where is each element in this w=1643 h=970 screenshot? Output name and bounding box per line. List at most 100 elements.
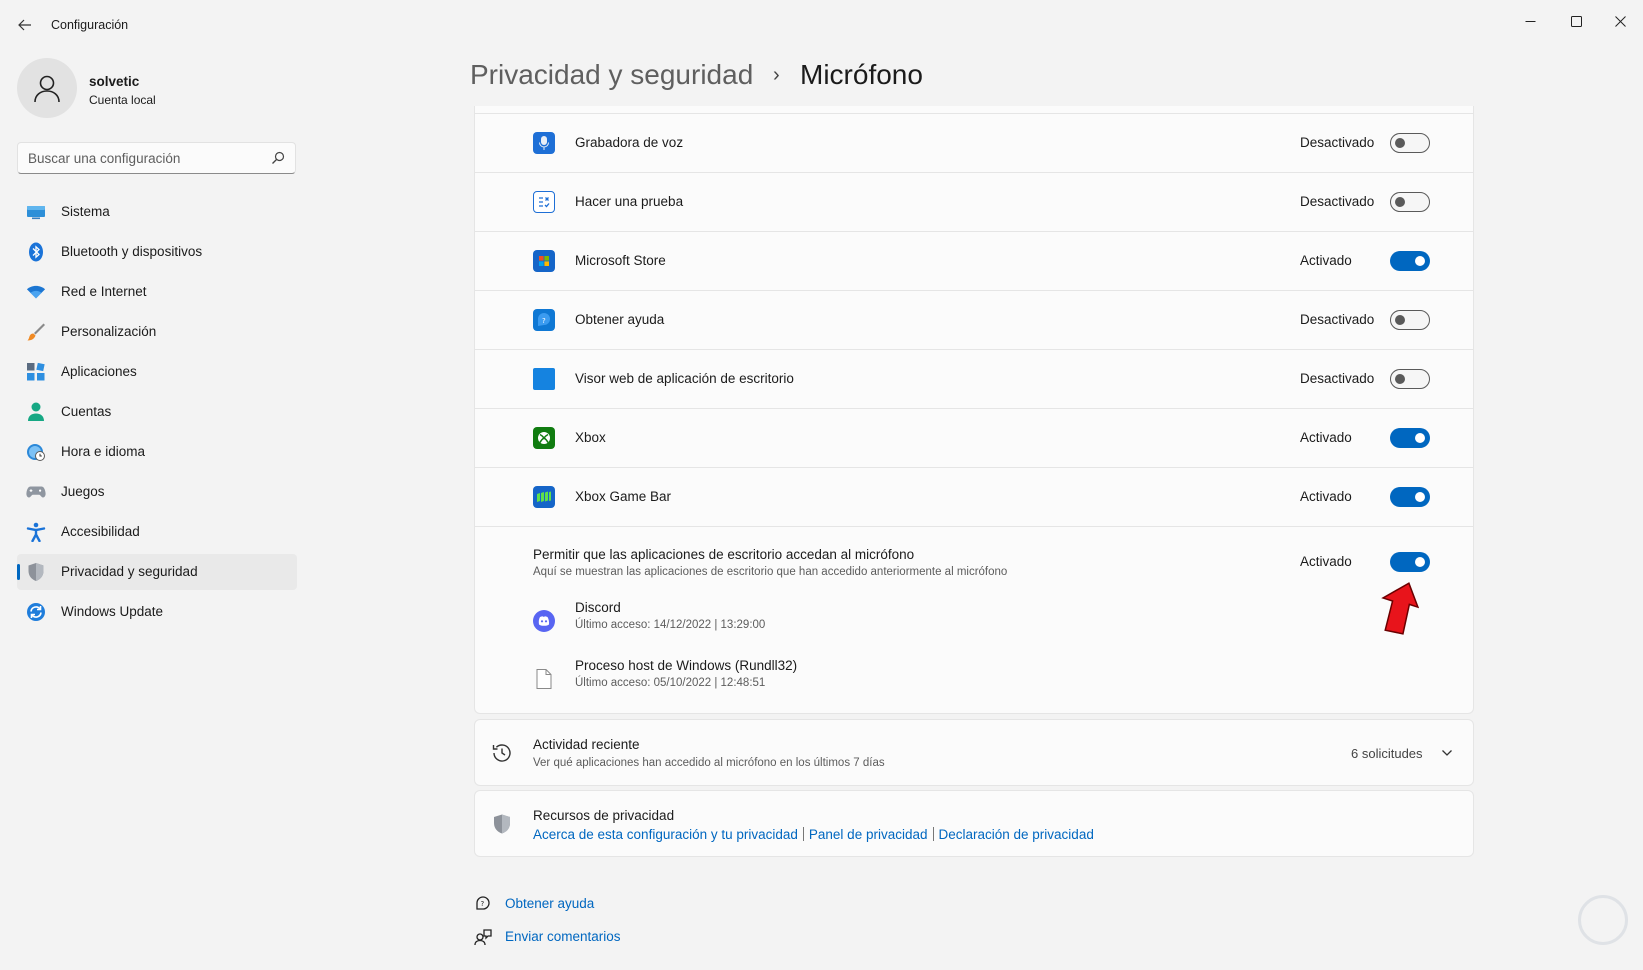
sidebar-item-label: Cuentas [61, 404, 112, 419]
avatar [17, 58, 77, 118]
sidebar-item-privacidad-seguridad[interactable]: Privacidad y seguridad [17, 554, 297, 590]
send-feedback-link[interactable]: Enviar comentarios [474, 926, 674, 948]
back-button[interactable] [12, 12, 38, 38]
watermark-logo [1578, 895, 1628, 945]
microphone-toggle-visor-web[interactable] [1390, 369, 1430, 389]
sidebar-item-cuentas[interactable]: Cuentas [17, 394, 297, 430]
sidebar-nav: Sistema Bluetooth y dispositivos Red e I… [17, 194, 297, 634]
sidebar-item-sistema[interactable]: Sistema [17, 194, 297, 230]
microphone-toggle-xbox-game-bar[interactable] [1390, 487, 1430, 507]
privacy-resources-title: Recursos de privacidad [533, 808, 675, 823]
update-icon [26, 602, 46, 622]
privacy-dashboard-link[interactable]: Panel de privacidad [809, 827, 928, 842]
privacy-statement-link[interactable]: Declaración de privacidad [939, 827, 1094, 842]
sidebar-item-red-internet[interactable]: Red e Internet [17, 274, 297, 310]
desktop-app-item: Proceso host de Windows (Rundll32) Últim… [533, 658, 933, 698]
sidebar-item-personalizacion[interactable]: Personalización [17, 314, 297, 350]
sidebar-item-label: Windows Update [61, 604, 164, 619]
sidebar-item-hora-idioma[interactable]: Hora e idioma [17, 434, 297, 470]
privacy-links: Acerca de esta configuración y tu privac… [533, 827, 1094, 842]
shield-icon [26, 562, 46, 582]
person-icon [26, 402, 46, 422]
sidebar-item-label: Accesibilidad [61, 524, 140, 539]
brush-icon [26, 322, 46, 342]
app-name: Visor web de aplicación de escritorio [575, 371, 794, 386]
monitor-icon [26, 202, 46, 222]
toggle-state-label: Desactivado [1300, 194, 1375, 209]
toggle-state-label: Desactivado [1300, 312, 1375, 327]
app-name: Obtener ayuda [575, 312, 665, 327]
search-icon[interactable] [271, 151, 285, 165]
app-permissions-card: Grabadora de voz Desactivado Hacer una p… [474, 106, 1474, 714]
chevron-down-icon[interactable] [1441, 747, 1453, 759]
app-row-xbox-game-bar: Xbox Game Bar Activado [475, 467, 1473, 526]
app-name: Xbox [575, 430, 606, 445]
microphone-toggle-xbox[interactable] [1390, 428, 1430, 448]
back-arrow-icon [18, 19, 31, 31]
quiz-icon [533, 191, 555, 213]
sidebar-item-label: Aplicaciones [61, 364, 137, 379]
desktop-app-last-access: Último acceso: 14/12/2022 | 13:29:00 [575, 619, 766, 631]
help-chat-icon: ? [476, 896, 490, 910]
desktop-apps-microphone-toggle[interactable] [1390, 552, 1430, 572]
shield-icon [491, 813, 513, 835]
sidebar-item-bluetooth[interactable]: Bluetooth y dispositivos [17, 234, 297, 270]
desktop-app-name: Proceso host de Windows (Rundll32) [575, 658, 798, 673]
breadcrumb-separator: › [773, 64, 780, 86]
recent-activity-subtitle: Ver qué aplicaciones han accedido al mic… [533, 757, 885, 769]
desktop-app-item: Discord Último acceso: 14/12/2022 | 13:2… [533, 600, 933, 640]
wifi-icon [26, 282, 46, 302]
minimize-icon [1525, 20, 1535, 22]
microphone-toggle-microsoft-store[interactable] [1390, 251, 1430, 271]
app-row-microsoft-store: Microsoft Store Activado [475, 231, 1473, 290]
app-name: Xbox Game Bar [575, 489, 672, 504]
page-title: Micrófono [800, 59, 923, 90]
app-name: Microsoft Store [575, 253, 666, 268]
breadcrumb-parent-link[interactable]: Privacidad y seguridad [470, 59, 753, 91]
close-icon [1614, 15, 1626, 27]
microphone-toggle-obtener-ayuda[interactable] [1390, 310, 1430, 330]
maximize-button[interactable] [1553, 6, 1599, 36]
svg-text:?: ? [542, 317, 546, 325]
minimize-button[interactable] [1507, 6, 1553, 36]
game-bar-icon [533, 486, 555, 508]
desktop-app-last-access: Último acceso: 05/10/2022 | 12:48:51 [575, 677, 766, 689]
svg-text:?: ? [481, 900, 485, 908]
person-avatar-icon [34, 75, 60, 103]
recent-activity-card[interactable]: Actividad reciente Ver qué aplicaciones … [474, 719, 1474, 786]
get-help-label[interactable]: Obtener ayuda [505, 896, 594, 911]
search-box[interactable] [17, 142, 296, 174]
bluetooth-icon [26, 242, 46, 262]
privacy-resources-card: Recursos de privacidad Acerca de esta co… [474, 790, 1474, 857]
sidebar-item-aplicaciones[interactable]: Aplicaciones [17, 354, 297, 390]
microphone-toggle-hacer-prueba[interactable] [1390, 192, 1430, 212]
maximize-icon [1570, 15, 1582, 27]
recent-activity-title: Actividad reciente [533, 737, 640, 752]
sidebar-item-accesibilidad[interactable]: Accesibilidad [17, 514, 297, 550]
sidebar-item-label: Red e Internet [61, 284, 147, 299]
sidebar-item-juegos[interactable]: Juegos [17, 474, 297, 510]
app-row-obtener-ayuda: ? Obtener ayuda Desactivado [475, 290, 1473, 349]
about-privacy-link[interactable]: Acerca de esta configuración y tu privac… [533, 827, 798, 842]
sidebar-item-windows-update[interactable]: Windows Update [17, 594, 297, 630]
file-icon [533, 668, 555, 690]
microphone-toggle-grabadora[interactable] [1390, 133, 1430, 153]
app-row-visor-web: Visor web de aplicación de escritorio De… [475, 349, 1473, 408]
get-help-link[interactable]: ? Obtener ayuda [474, 893, 674, 915]
toggle-state-label: Activado [1300, 554, 1352, 569]
toggle-state-label: Activado [1300, 430, 1352, 445]
send-feedback-label[interactable]: Enviar comentarios [505, 929, 621, 944]
app-title: Configuración [51, 18, 129, 32]
desktop-app-name: Discord [575, 600, 621, 615]
close-button[interactable] [1597, 6, 1643, 36]
desktop-apps-section: Permitir que las aplicaciones de escrito… [475, 526, 1473, 711]
user-name: solvetic [89, 74, 140, 89]
toggle-state-label: Desactivado [1300, 135, 1375, 150]
title-bar: Configuración [0, 0, 1643, 50]
apps-icon [26, 362, 46, 382]
xbox-icon [533, 427, 555, 449]
search-input[interactable] [28, 149, 258, 167]
sidebar-item-label: Hora e idioma [61, 444, 146, 459]
gamepad-icon [26, 482, 46, 502]
sidebar-item-label: Bluetooth y dispositivos [61, 244, 203, 259]
